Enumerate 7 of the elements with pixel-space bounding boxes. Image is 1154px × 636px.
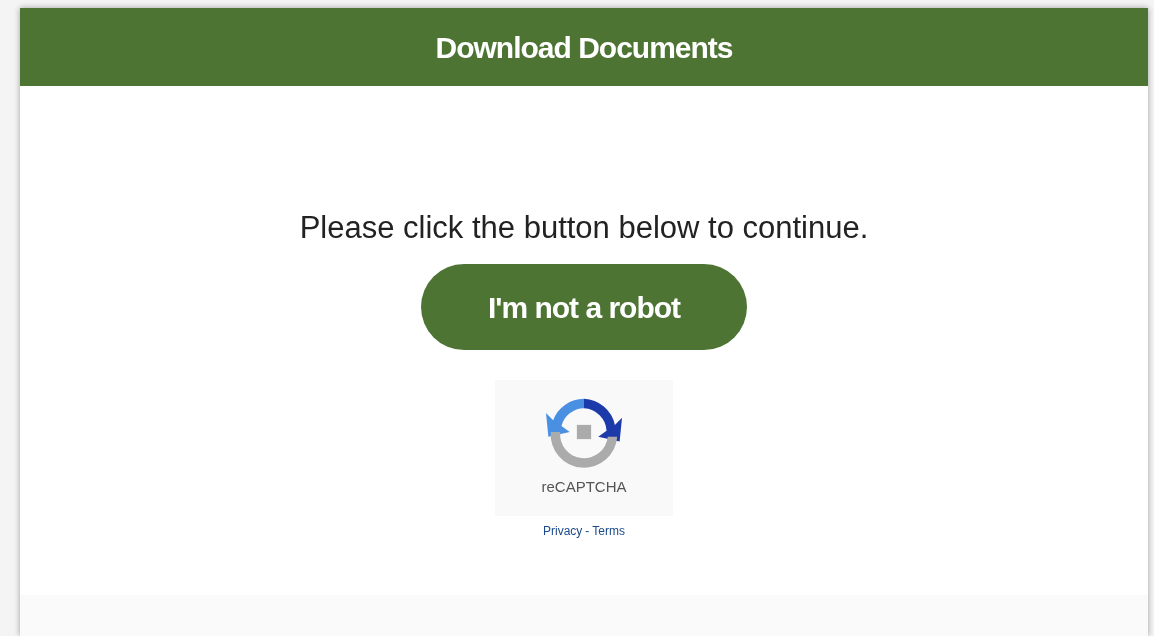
header-title: Download Documents <box>435 29 733 66</box>
robot-check-button[interactable]: I'm not a robot <box>421 264 747 350</box>
instruction-text: Please click the button below to continue. <box>299 209 869 247</box>
privacy-link[interactable]: Privacy <box>543 522 583 540</box>
recaptcha-label: reCAPTCHA <box>541 477 627 497</box>
link-separator: - <box>585 523 590 540</box>
terms-link[interactable]: Terms <box>592 522 625 540</box>
